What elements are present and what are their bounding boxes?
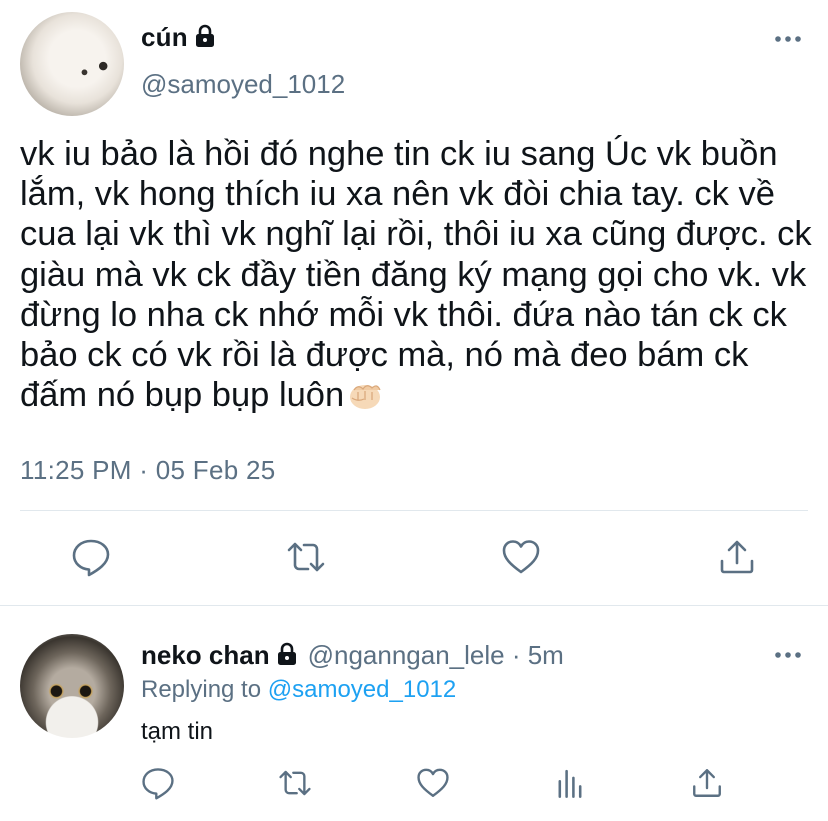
- reply-text: tạm tin: [141, 718, 214, 745]
- reply-tweet[interactable]: neko chan @nganngan_lele · 5m Replying t…: [0, 606, 828, 821]
- more-horizontal-icon[interactable]: [773, 646, 803, 664]
- share-icon[interactable]: [690, 766, 724, 800]
- fist-emoji: [350, 385, 381, 410]
- timestamp[interactable]: 11:25 PM · 05 Feb 25: [20, 455, 276, 486]
- retweet-icon[interactable]: [278, 766, 312, 800]
- analytics-icon[interactable]: [553, 766, 587, 800]
- display-name[interactable]: cún: [141, 22, 188, 53]
- reply-display-name[interactable]: neko chan: [141, 640, 270, 671]
- handle[interactable]: @samoyed_1012: [141, 69, 345, 100]
- replying-to: Replying to @samoyed_1012: [141, 676, 456, 704]
- lock-icon: [277, 642, 296, 665]
- avatar[interactable]: [20, 634, 124, 738]
- heart-icon[interactable]: [416, 766, 450, 800]
- avatar[interactable]: [20, 12, 124, 116]
- tweet-text: vk iu bảo là hồi đó nghe tin ck iu sang …: [20, 134, 820, 415]
- share-icon[interactable]: [717, 537, 757, 577]
- more-horizontal-icon[interactable]: [773, 30, 803, 48]
- author-name-row: cún: [141, 22, 216, 53]
- divider: [20, 510, 808, 511]
- reply-author-row: neko chan @nganngan_lele · 5m: [141, 640, 564, 671]
- replying-prefix: Replying to: [141, 676, 262, 703]
- reply-icon[interactable]: [141, 766, 175, 800]
- reply-handle-time[interactable]: @nganngan_lele · 5m: [308, 640, 564, 671]
- tweet-body: vk iu bảo là hồi đó nghe tin ck iu sang …: [20, 135, 822, 415]
- reply-icon[interactable]: [71, 537, 111, 577]
- heart-icon[interactable]: [501, 537, 541, 577]
- retweet-icon[interactable]: [286, 537, 326, 577]
- main-tweet: cún @samoyed_1012 vk iu bảo là hồi đó ng…: [0, 0, 828, 606]
- replying-mention[interactable]: @samoyed_1012: [268, 676, 456, 703]
- lock-icon: [195, 24, 214, 47]
